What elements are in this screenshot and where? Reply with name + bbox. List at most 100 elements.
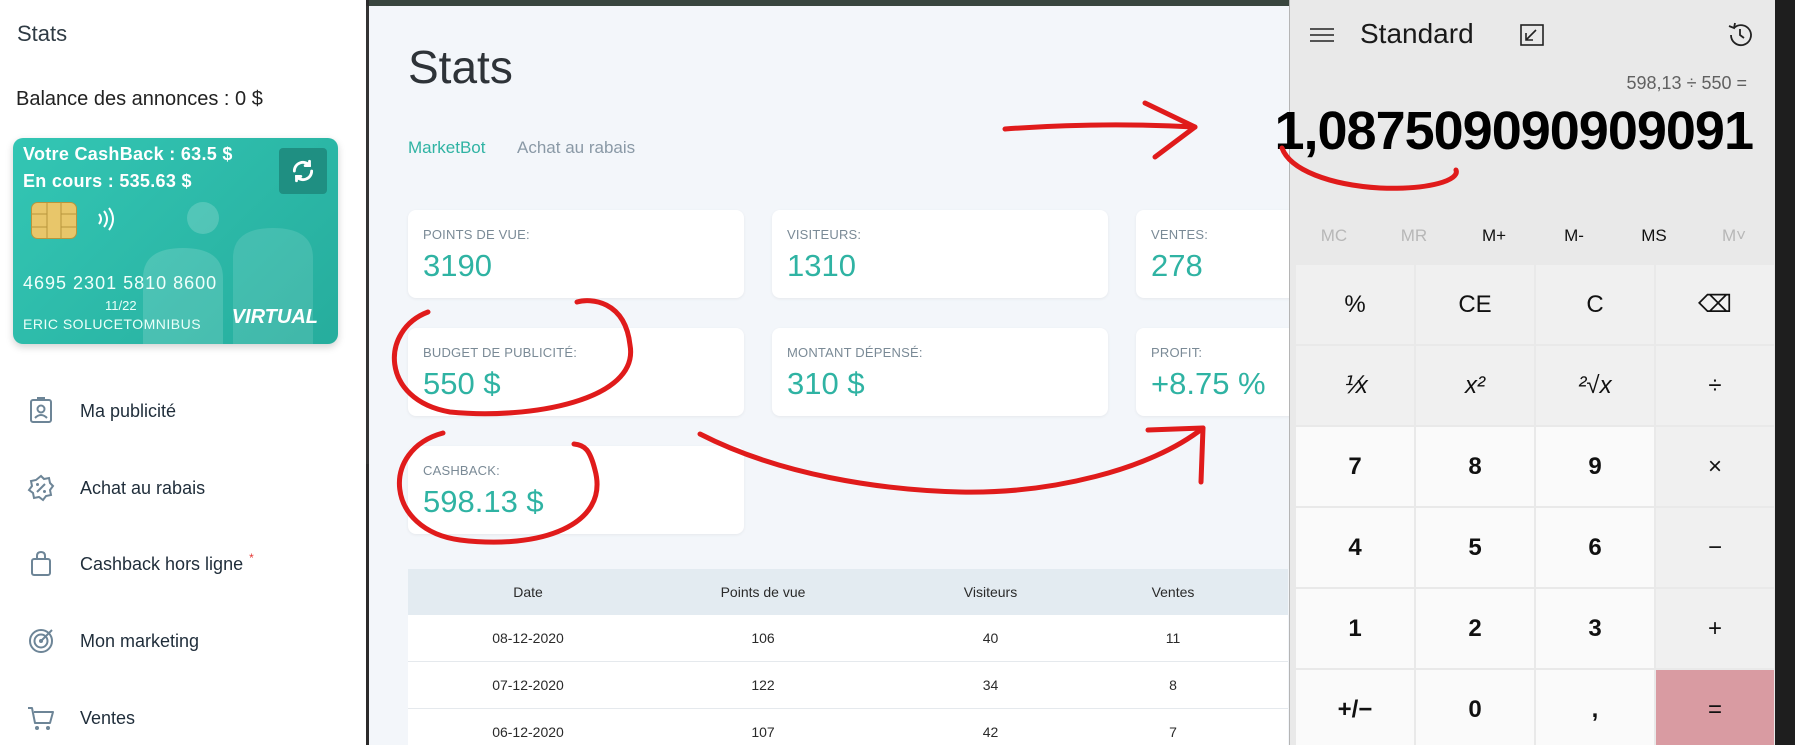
negate-button[interactable]: +/− xyxy=(1296,670,1414,745)
id-badge-icon xyxy=(30,397,52,423)
cashback-card: Votre CashBack : 63.5 $ En cours : 535.6… xyxy=(13,138,338,344)
decimal-button[interactable]: , xyxy=(1536,670,1654,745)
stat-value: +8.75 % xyxy=(1151,366,1266,401)
calculator-result: 1,087509090909091 xyxy=(1274,101,1754,161)
calculator-mode-title: Standard xyxy=(1360,18,1474,49)
table-cell: 34 xyxy=(982,677,999,693)
sidebar-item-label: Ventes xyxy=(80,707,136,728)
card-cashback: Votre CashBack : 63.5 $ xyxy=(23,144,233,164)
table-cell: 08-12-2020 xyxy=(492,630,564,646)
card-type: VIRTUAL xyxy=(231,306,318,328)
table-cell: 7 xyxy=(1169,724,1177,740)
sidebar-item-ventes[interactable]: Ventes xyxy=(0,693,360,743)
stat-value: 598.13 $ xyxy=(423,484,544,519)
square-root-button[interactable]: ²√x xyxy=(1536,346,1654,425)
memory-subtract-button[interactable]: M- xyxy=(1534,226,1614,246)
multiply-button[interactable]: × xyxy=(1656,427,1774,506)
table-cell: 07-12-2020 xyxy=(492,677,564,693)
table-row: 06-12-2020 107 42 7 xyxy=(408,709,1288,745)
memory-clear-button[interactable]: MC xyxy=(1294,226,1374,246)
stat-card-visitors: VISITEURS: 1310 xyxy=(772,210,1108,298)
percent-button[interactable]: % xyxy=(1296,265,1414,344)
sidebar-item-cashback-hors-ligne[interactable]: Cashback hors ligne * xyxy=(0,539,360,589)
card-refresh-button[interactable] xyxy=(279,148,327,194)
digit-1-button[interactable]: 1 xyxy=(1296,589,1414,668)
keep-on-top-icon[interactable] xyxy=(1518,22,1546,48)
table-row: 08-12-2020 106 40 11 xyxy=(408,615,1288,662)
contactless-icon xyxy=(98,207,114,231)
new-badge: * xyxy=(249,550,254,565)
memory-recall-button[interactable]: MR xyxy=(1374,226,1454,246)
column-header-date[interactable]: Date xyxy=(408,569,648,615)
sidebar-item-mon-marketing[interactable]: Mon marketing xyxy=(0,616,360,666)
refresh-icon xyxy=(292,159,314,183)
tab-achat-au-rabais[interactable]: Achat au rabais xyxy=(517,138,635,158)
column-header-visitors[interactable]: Visiteurs xyxy=(878,569,1103,615)
ads-balance: Balance des annonces : 0 $ xyxy=(16,88,263,110)
divide-button[interactable]: ÷ xyxy=(1656,346,1774,425)
stat-label: POINTS DE VUE: xyxy=(423,227,530,242)
table-cell: 107 xyxy=(751,724,775,740)
digit-0-button[interactable]: 0 xyxy=(1416,670,1534,745)
table-cell: 40 xyxy=(982,630,999,646)
card-holder: ERIC SOLUCETOMNIBUS xyxy=(23,316,202,332)
stat-card-views: POINTS DE VUE: 3190 xyxy=(408,210,744,298)
table-row: 07-12-2020 122 34 8 xyxy=(408,662,1288,709)
digit-8-button[interactable]: 8 xyxy=(1416,427,1534,506)
stat-value: 550 $ xyxy=(423,366,501,401)
add-button[interactable]: + xyxy=(1656,589,1774,668)
card-number: 4695 2301 5810 8600 xyxy=(23,273,218,293)
stat-value: 278 xyxy=(1151,248,1203,283)
sidebar: Stats Balance des annonces : 0 $ Votre C… xyxy=(0,0,366,745)
stat-value: 1310 xyxy=(787,248,856,283)
history-icon[interactable] xyxy=(1725,20,1755,50)
tab-marketbot[interactable]: MarketBot xyxy=(408,138,485,158)
hamburger-menu-icon[interactable] xyxy=(1308,24,1336,46)
square-button[interactable]: x² xyxy=(1416,346,1534,425)
digit-5-button[interactable]: 5 xyxy=(1416,508,1534,587)
memory-list-button[interactable]: M˅ xyxy=(1694,226,1774,246)
digit-2-button[interactable]: 2 xyxy=(1416,589,1534,668)
discount-badge-icon xyxy=(27,474,55,502)
stat-label: VENTES: xyxy=(1151,227,1209,242)
shopping-bag-icon xyxy=(31,550,51,576)
stat-label: MONTANT DÉPENSÉ: xyxy=(787,345,923,360)
sidebar-item-ma-publicite[interactable]: Ma publicité xyxy=(0,386,360,436)
backspace-button[interactable]: ⌫ xyxy=(1656,265,1774,344)
digit-4-button[interactable]: 4 xyxy=(1296,508,1414,587)
digit-6-button[interactable]: 6 xyxy=(1536,508,1654,587)
digit-9-button[interactable]: 9 xyxy=(1536,427,1654,506)
subtract-button[interactable]: − xyxy=(1656,508,1774,587)
clear-entry-button[interactable]: CE xyxy=(1416,265,1534,344)
sidebar-item-label: Mon marketing xyxy=(80,630,200,651)
target-icon xyxy=(29,629,53,653)
table-cell: 122 xyxy=(751,677,775,693)
sidebar-item-achat-au-rabais[interactable]: Achat au rabais xyxy=(0,463,360,513)
table-cell: 8 xyxy=(1169,677,1177,693)
memory-add-button[interactable]: M+ xyxy=(1454,226,1534,246)
stat-value: 3190 xyxy=(423,248,492,283)
column-header-views[interactable]: Points de vue xyxy=(648,569,878,615)
stat-label: BUDGET DE PUBLICITÉ: xyxy=(423,345,578,360)
digit-3-button[interactable]: 3 xyxy=(1536,589,1654,668)
card-chip-icon xyxy=(31,202,77,239)
table-header: Date Points de vue Visiteurs Ventes xyxy=(408,569,1288,615)
page-title: Stats xyxy=(408,41,513,93)
memory-store-button[interactable]: MS xyxy=(1614,226,1694,246)
table-cell: 11 xyxy=(1165,630,1181,646)
equals-button[interactable]: = xyxy=(1656,670,1774,745)
stats-table: Date Points de vue Visiteurs Ventes 08-1… xyxy=(408,569,1288,745)
stat-label: CASHBACK: xyxy=(423,463,500,478)
sidebar-item-label: Achat au rabais xyxy=(80,477,206,498)
digit-7-button[interactable]: 7 xyxy=(1296,427,1414,506)
stat-card-cashback: CASHBACK: 598.13 $ xyxy=(408,446,744,534)
clear-button[interactable]: C xyxy=(1536,265,1654,344)
column-header-sales[interactable]: Ventes xyxy=(1103,569,1243,615)
stat-label: PROFIT: xyxy=(1151,345,1203,360)
card-expiry: 11/22 xyxy=(105,298,137,313)
stat-card-ad-budget: BUDGET DE PUBLICITÉ: 550 $ xyxy=(408,328,744,416)
reciprocal-button[interactable]: ⅟x xyxy=(1296,346,1414,425)
calculator-expression: 598,13 ÷ 550 = xyxy=(1626,73,1747,93)
table-cell: 06-12-2020 xyxy=(492,724,564,740)
table-cell: 42 xyxy=(982,724,999,740)
